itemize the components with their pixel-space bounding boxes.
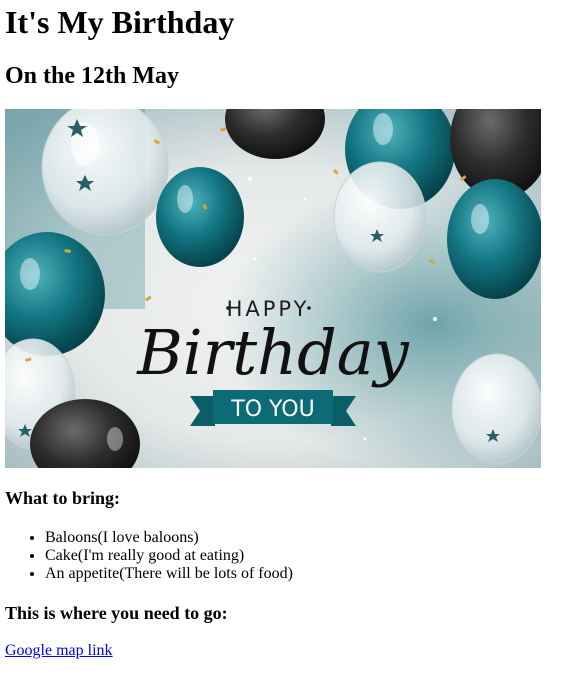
birthday-script-text: Birthday xyxy=(136,316,410,389)
bring-list: Baloons(I love baloons) Cake(I'm really … xyxy=(5,529,293,583)
bring-heading: What to bring: xyxy=(5,488,121,508)
list-item: Baloons(I love baloons) xyxy=(45,529,293,547)
google-map-link[interactable]: Google map link xyxy=(5,642,113,660)
list-item: Cake(I'm really good at eating) xyxy=(45,547,293,565)
ribbon-text: TO YOU xyxy=(230,397,314,422)
birthday-banner-image: HAPPY Birthday TO YOU xyxy=(5,109,541,468)
page-title: It's My Birthday xyxy=(5,4,235,40)
list-item: An appetite(There will be lots of food) xyxy=(45,565,293,583)
location-heading: This is where you need to go: xyxy=(5,603,228,623)
page-subtitle: On the 12th May xyxy=(5,63,179,89)
